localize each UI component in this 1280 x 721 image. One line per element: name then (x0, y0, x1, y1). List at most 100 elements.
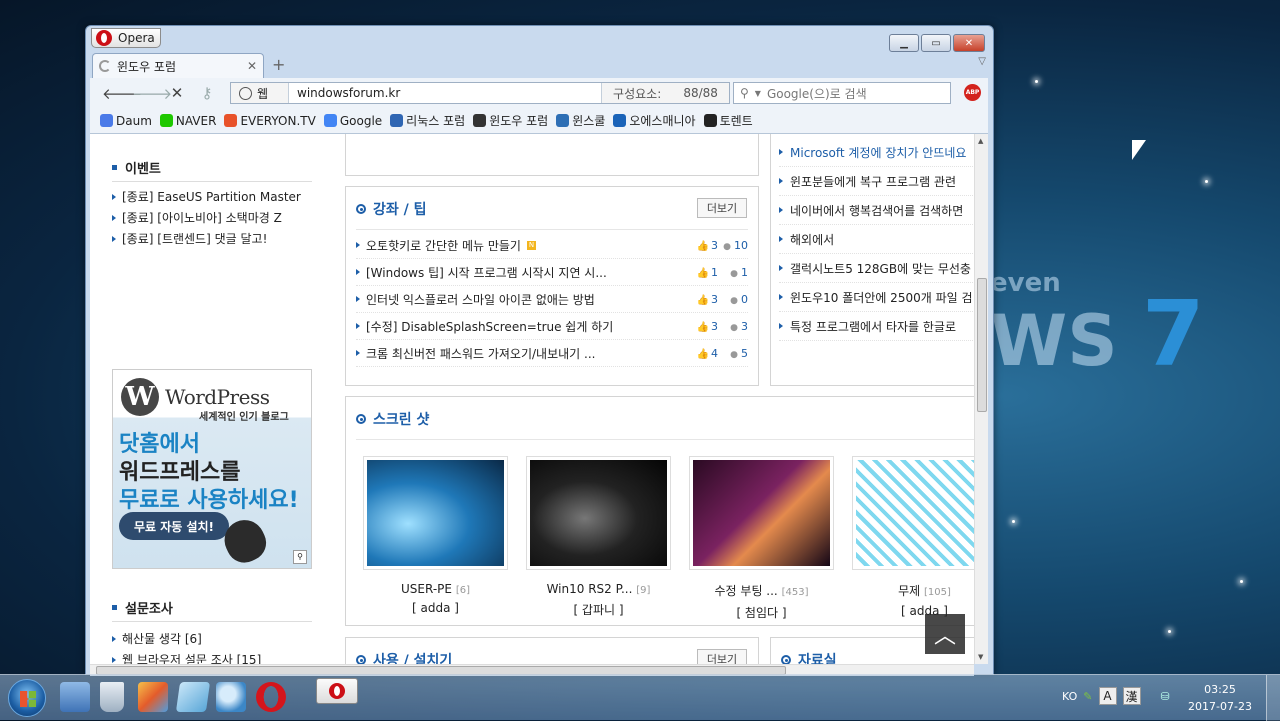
forward-button[interactable]: 🡒 (132, 84, 172, 103)
divider (112, 181, 312, 182)
recent-post-text: 윈도우10 폴더안에 2500개 파일 검 (790, 290, 973, 305)
opera-taskbar-icon[interactable] (256, 682, 286, 712)
search-field[interactable]: ⚲ ▼ Google(으)로 검색 (733, 82, 951, 104)
adblock-icon[interactable]: ABP (964, 84, 981, 101)
bookmark-item[interactable]: 오에스매니아 (613, 112, 696, 129)
tips-list: 오토핫키로 간단한 메뉴 만들기N310[Windows 팁] 시작 프로그램 … (356, 232, 748, 367)
list-item-text: [종료] EaseUS Partition Master (122, 190, 301, 204)
wordpress-ad-banner[interactable]: W WordPress 세계적인 인기 블로그 닷홈에서 워드프레스를 무료로 사… (112, 369, 312, 569)
screenshot-card[interactable]: Win10 RS2 P... [9] [ 갑파니 ] (526, 456, 671, 621)
tips-more-button[interactable]: 더보기 (697, 198, 747, 218)
stop-button[interactable]: ✕ (162, 84, 192, 102)
zoom-icon[interactable]: ⚲ (293, 550, 307, 564)
url-text[interactable]: windowsforum.kr (289, 86, 601, 100)
notepad-icon[interactable] (175, 682, 211, 712)
show-desktop-button[interactable] (1266, 675, 1280, 721)
close-button[interactable]: ✕ (953, 34, 985, 52)
minimize-button[interactable]: ▁ (889, 34, 919, 52)
list-item[interactable]: [종료] [트랜센드] 댓글 달고! (112, 228, 301, 249)
address-mode[interactable]: 웹 (231, 83, 289, 103)
list-item[interactable]: 해산물 생각 [6] (112, 628, 272, 649)
screenshot-author[interactable]: [ 첨임다 ] (689, 604, 834, 621)
bookmark-item[interactable]: Google (323, 114, 382, 128)
ime-tool-icon[interactable]: ✎ (1083, 690, 1092, 703)
tip-row[interactable]: [Windows 팁] 시작 프로그램 시작시 지연 시... 11 (356, 259, 748, 286)
star (1012, 520, 1015, 523)
recent-post-item[interactable]: Microsoft 계정에 장치가 안뜨네요 (779, 138, 974, 167)
screenshot-card[interactable]: 수정 부팅 ... [453] [ 첨임다 ] (689, 456, 834, 621)
bookmark-label: 리눅스 포럼 (406, 114, 466, 128)
magnifier-icon[interactable] (216, 682, 246, 712)
list-item[interactable]: 웹 브라우저 설문 조사 [15] (112, 649, 272, 664)
tip-title[interactable]: 인터넷 익스플로러 스마일 아이콘 없애는 방법 (356, 291, 688, 308)
bookmark-label: EVERYON.TV (240, 113, 316, 128)
address-bar[interactable]: 웹 windowsforum.kr 구성요소: 88/88 (230, 82, 730, 104)
paint-icon[interactable] (138, 682, 168, 712)
maximize-button[interactable]: ▭ (921, 34, 951, 52)
tip-row[interactable]: 크롬 최신버전 패스워드 가져오기/내보내기 ... 45 (356, 340, 748, 367)
network-icon[interactable]: ⛁ (1161, 690, 1170, 703)
screenshot-thumbnail[interactable] (689, 456, 834, 570)
ime-hanja-mode[interactable]: 漢 (1122, 687, 1141, 705)
screenshot-caption: Win10 RS2 P... [9] (526, 582, 671, 596)
scroll-to-top-button[interactable]: ︿ (925, 614, 965, 654)
tab-close-icon[interactable]: ✕ (247, 59, 257, 73)
screenshot-card[interactable]: 무제 [105][ adda ] (852, 456, 974, 621)
bookmark-item[interactable]: 윈도우 포럼 (473, 112, 548, 129)
triangle-bullet-icon (356, 323, 360, 329)
tip-row[interactable]: 인터넷 익스플로러 스마일 아이콘 없애는 방법 30 (356, 286, 748, 313)
list-item[interactable]: [종료] [아이노비아] 소택마경 Z (112, 207, 301, 228)
clock-time: 03:25 (1204, 683, 1236, 696)
bookmark-item[interactable]: 토렌트 (703, 112, 753, 129)
computer-icon[interactable] (60, 682, 90, 712)
tip-title[interactable]: [수정] DisableSplashScreen=true 쉽게 하기 (356, 318, 688, 335)
bookmark-label: 윈도우 포럼 (489, 114, 549, 128)
install-more-button[interactable]: 더보기 (697, 649, 747, 664)
tip-title[interactable]: 오토핫키로 간단한 메뉴 만들기 N (356, 237, 688, 254)
ad-install-button[interactable]: 무료 자동 설치! (119, 512, 229, 540)
opera-active-window-button[interactable] (316, 678, 358, 704)
screenshot-thumbnail[interactable] (363, 456, 508, 570)
bookmark-item[interactable]: Daum (100, 114, 152, 128)
recent-post-item[interactable]: 갤럭시노트5 128GB에 맞는 무선충 (779, 254, 974, 283)
screenshot-author[interactable]: [ adda ] (363, 601, 508, 615)
list-item-text: [종료] [아이노비아] 소택마경 Z (122, 211, 282, 225)
tip-title[interactable]: 크롬 최신버전 패스워드 가져오기/내보내기 ... (356, 345, 688, 362)
bookmark-item[interactable]: 리눅스 포럼 (390, 112, 465, 129)
tip-row[interactable]: 오토핫키로 간단한 메뉴 만들기 N 310 (356, 232, 748, 259)
bookmark-item[interactable]: EVERYON.TV (224, 113, 316, 128)
key-icon[interactable]: ⚷ (192, 84, 222, 102)
bookmark-item[interactable]: NAVER (159, 114, 216, 128)
back-button[interactable]: 🡐 (102, 84, 142, 103)
ime-alpha-mode[interactable]: A (1098, 687, 1117, 705)
recent-post-item[interactable]: 특정 프로그램에서 타자를 한글로 (779, 312, 974, 341)
screenshot-count: [105] (924, 587, 951, 598)
start-button[interactable] (8, 679, 46, 717)
bookmark-item[interactable]: 윈스쿨 (556, 112, 605, 129)
screenshot-thumbnail[interactable] (526, 456, 671, 570)
language-indicator[interactable]: KO (1062, 690, 1077, 703)
recycle-bin-icon[interactable] (100, 682, 124, 712)
tip-row[interactable]: [수정] DisableSplashScreen=true 쉽게 하기 33 (356, 313, 748, 340)
clock[interactable]: 03:25 2017-07-23 (1186, 681, 1254, 715)
screenshot-author[interactable]: [ 갑파니 ] (526, 601, 671, 618)
recent-post-item[interactable]: 윈포분들에게 복구 프로그램 관련 (779, 167, 974, 196)
triangle-bullet-icon (356, 296, 360, 302)
recent-post-item[interactable]: 윈도우10 폴더안에 2500개 파일 검 (779, 283, 974, 312)
screenshot-thumbnail[interactable] (852, 456, 974, 570)
recent-post-item[interactable]: 해외에서 (779, 225, 974, 254)
tip-title[interactable]: [Windows 팁] 시작 프로그램 시작시 지연 시... (356, 264, 688, 281)
vertical-scrollbar[interactable]: ▲ ▼ (974, 134, 988, 664)
list-item-text: [종료] [트랜센드] 댓글 달고! (122, 232, 268, 246)
tab-menu-chevron-icon[interactable]: ▽ (978, 56, 986, 67)
event-list: [종료] EaseUS Partition Master [종료] [아이노비아]… (112, 186, 301, 249)
new-tab-button[interactable]: + (272, 55, 285, 74)
triangle-bullet-icon (112, 235, 116, 242)
screenshot-card[interactable]: USER-PE [6] [ adda ] (363, 456, 508, 621)
list-item[interactable]: [종료] EaseUS Partition Master (112, 186, 301, 207)
opera-menu-button[interactable]: Opera (91, 28, 161, 48)
bookmark-favicon-icon (390, 114, 404, 127)
search-engine-dropdown-icon[interactable]: ▼ (755, 89, 761, 98)
recent-post-item[interactable]: 네이버에서 행복검색어를 검색하면 (779, 196, 974, 225)
tab-windows-forum[interactable]: 윈도우 포럼 ✕ (92, 53, 264, 78)
